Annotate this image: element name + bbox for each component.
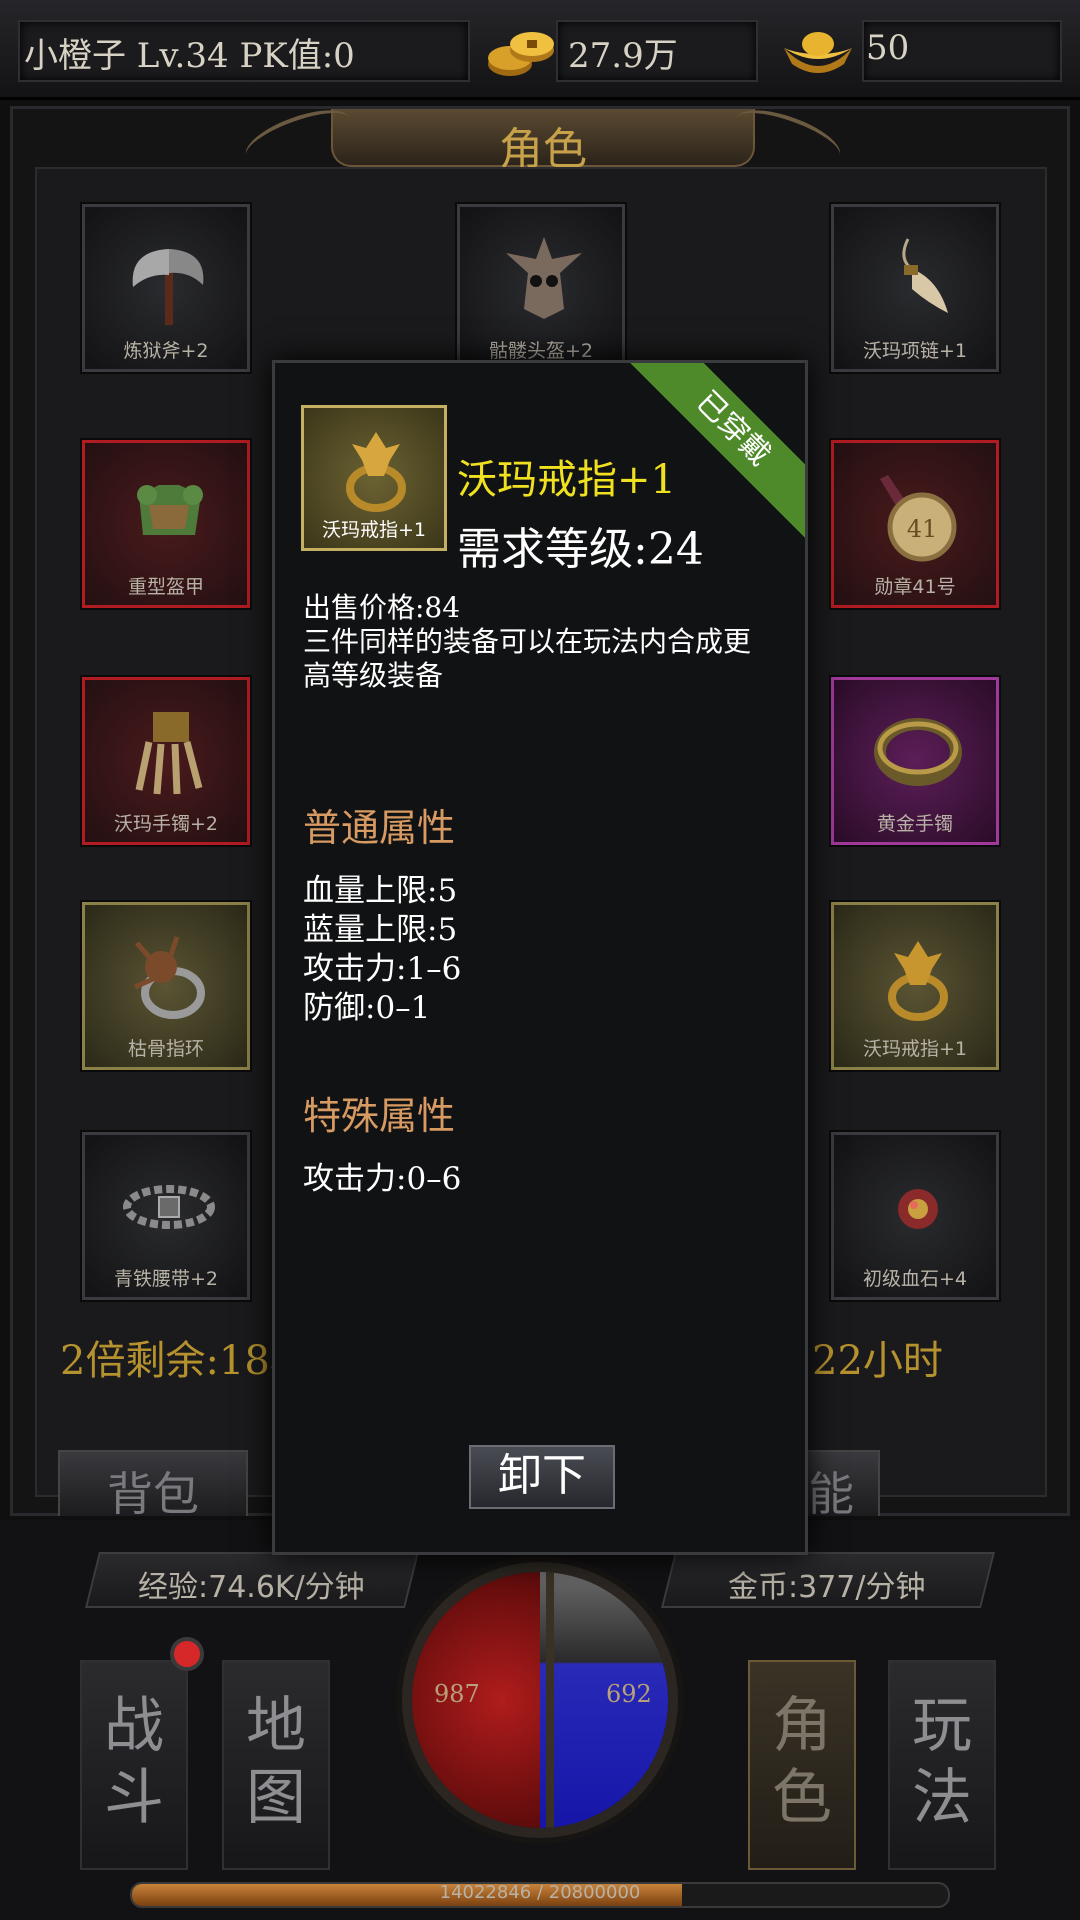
belt-icon: [123, 1185, 215, 1229]
slot-label: 枯骨指环: [127, 1038, 204, 1060]
medal-badge: 41: [907, 515, 938, 543]
nav-character-label: 角色: [772, 1691, 832, 1833]
nav-character[interactable]: 角色: [748, 1660, 856, 1870]
gold-coin-icon: [488, 32, 554, 76]
slot-belt[interactable]: 青铁腰带+2: [82, 1132, 250, 1300]
player-info-box: 小橙子 Lv.34 PK值:0: [18, 20, 470, 82]
gold-bracelet-icon: [874, 718, 962, 786]
ingot-amount: 50: [866, 28, 910, 68]
skull-helmet-icon: [506, 237, 582, 319]
slot-label: 炼狱斧+2: [123, 340, 209, 362]
slot-label: 勋章41号: [874, 576, 956, 598]
double-exp-timer-right: 22小时: [812, 1338, 943, 1384]
slot-label: 骷髅头盔+2: [488, 340, 593, 362]
nav-battle-label: 战斗: [104, 1691, 164, 1833]
nav-gameplay[interactable]: 玩法: [888, 1660, 996, 1870]
tab-bag[interactable]: 背包: [58, 1450, 248, 1521]
top-status-bar: 小橙子 Lv.34 PK值:0 27.9万 50: [0, 0, 1080, 100]
slot-weapon[interactable]: 炼狱斧+2: [82, 204, 250, 372]
ingot-box: 50: [862, 20, 1062, 82]
player-info: 小橙子 Lv.34 PK值:0: [24, 36, 355, 76]
slot-gem[interactable]: 初级血石+4: [831, 1132, 999, 1300]
tooltip-slot-label: 沃玛戒指+1: [321, 519, 426, 541]
normal-attributes-title: 普通属性: [303, 806, 456, 850]
gold-box: 27.9万: [556, 20, 758, 82]
tooltip-item-slot: 沃玛戒指+1: [301, 405, 447, 551]
slot-label: 青铁腰带+2: [113, 1268, 218, 1290]
slot-label: 沃玛戒指+1: [862, 1038, 967, 1060]
slot-label: 重型盔甲: [127, 576, 204, 598]
item-description-line1: 三件同样的装备可以在玩法内合成更: [303, 625, 752, 658]
gold-rate-text: 金币:377/分钟: [728, 1570, 926, 1605]
nav-gameplay-label: 玩法: [912, 1691, 972, 1833]
orb-divider: [546, 1572, 554, 1828]
special-attributes-title: 特殊属性: [303, 1094, 456, 1138]
slot-bracelet-right[interactable]: 黄金手镯: [831, 677, 999, 845]
gold-ingot-icon: [784, 32, 852, 73]
slot-label: 沃玛项链+1: [862, 340, 967, 362]
unequip-button[interactable]: 卸下: [469, 1445, 615, 1509]
item-tooltip: 已穿戴 沃玛戒指+1 沃玛戒指+1 需求等级:24 出售价格:84 三件同样的装…: [272, 360, 808, 1555]
equipped-ribbon-text: 已穿戴: [689, 384, 778, 473]
slot-label: 初级血石+4: [862, 1268, 967, 1290]
mp-value: 692: [606, 1680, 652, 1708]
item-description-line2: 高等级装备: [303, 659, 444, 692]
exp-rate: 经验:74.6K/分钟: [85, 1552, 419, 1608]
panel-title-plate: 角色: [331, 109, 755, 175]
dragon-ring-icon: [346, 432, 406, 512]
nav-map[interactable]: 地图: [222, 1660, 330, 1870]
notification-dot: [170, 1637, 204, 1671]
axe-icon: [132, 249, 204, 325]
normal-stat: 防御:0–1: [303, 990, 431, 1026]
special-stat: 攻击力:0–6: [303, 1161, 462, 1197]
dragon-ring-icon: [888, 941, 948, 1021]
slot-armor[interactable]: 重型盔甲: [82, 440, 250, 608]
hp-value: 987: [434, 1680, 480, 1708]
slot-label: 黄金手镯: [876, 813, 953, 835]
armor-icon: [137, 485, 203, 535]
slot-ring-left[interactable]: 枯骨指环: [82, 902, 250, 1070]
bloodstone-icon: [898, 1189, 938, 1229]
exp-rate-text: 经验:74.6K/分钟: [137, 1570, 365, 1605]
bone-ring-icon: [133, 936, 205, 1019]
slot-helmet[interactable]: 骷髅头盔+2: [457, 204, 625, 372]
medal-icon: 41: [880, 475, 957, 562]
necklace-icon: [902, 238, 948, 313]
claw-bracelet-icon: [135, 712, 203, 795]
nav-battle[interactable]: 战斗: [80, 1660, 188, 1870]
exp-text: 14022846 / 20800000: [439, 1882, 641, 1903]
sell-price: 出售价格:84: [303, 591, 461, 624]
item-name: 沃玛戒指+1: [457, 457, 676, 503]
slot-ring-right[interactable]: 沃玛戒指+1: [831, 902, 999, 1070]
slot-medal[interactable]: 41 勋章41号: [831, 440, 999, 608]
slot-necklace[interactable]: 沃玛项链+1: [831, 204, 999, 372]
slot-bracelet-left[interactable]: 沃玛手镯+2: [82, 677, 250, 845]
level-requirement: 需求等级:24: [457, 524, 704, 575]
slot-label: 沃玛手镯+2: [113, 813, 218, 835]
gold-amount: 27.9万: [568, 36, 678, 76]
nav-map-label: 地图: [246, 1691, 306, 1833]
gold-rate: 金币:377/分钟: [661, 1552, 995, 1608]
